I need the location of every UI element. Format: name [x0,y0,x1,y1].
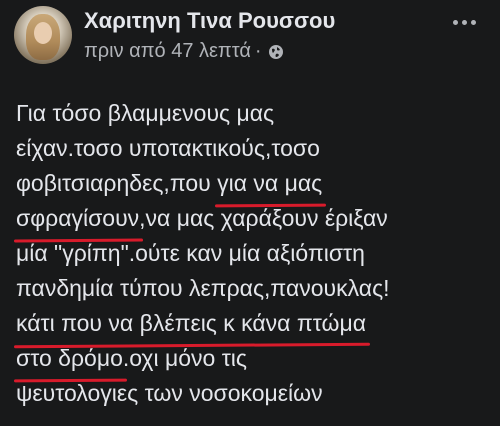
post-line: κάτι που να βλέπεις κ κάνα πτώμα [16,306,496,341]
more-options-button[interactable] [446,10,482,34]
line-text: φοβιτσιαρηδες,που [16,170,218,196]
more-dot [461,19,467,25]
post-time[interactable]: πριν από 47 λεπτά [84,40,251,63]
post-header: Χαριτηνη Τινα Ρουσσου πριν από 47 λεπτά … [12,6,488,66]
globe-icon[interactable] [268,44,284,60]
underlined-text: στο δρόμο [16,341,123,376]
avatar-face [34,22,52,44]
avatar[interactable] [14,6,72,64]
post-line: φοβιτσιαρηδες,που για να μας [16,166,496,201]
more-dot [470,19,476,25]
meta-separator: · [254,40,262,62]
post-text: Για τόσο βλαμμενους μας είχαν.τοσο υποτα… [16,96,496,411]
post-line: πανδημία τύπου λεπρας,πανουκλας! [16,275,390,301]
post-line: είχαν.τοσο υποτακτικούς,τοσο [16,135,320,161]
line-text: ,να μας χαράξουν έριξαν [139,205,388,231]
line-text: .οχι μόνο τις [122,345,248,371]
author-name[interactable]: Χαριτηνη Τινα Ρουσσου [84,8,335,34]
underlined-text: για να μας [217,166,322,201]
post-meta: πριν από 47 λεπτά · [84,40,284,63]
underlined-text: κάτι που να βλέπεις κ κάνα πτώμα [16,306,366,341]
post-line: Για τόσο βλαμμενους μας [16,100,275,126]
underlined-text: σφραγίσουν [16,201,139,236]
more-dot [452,19,458,25]
